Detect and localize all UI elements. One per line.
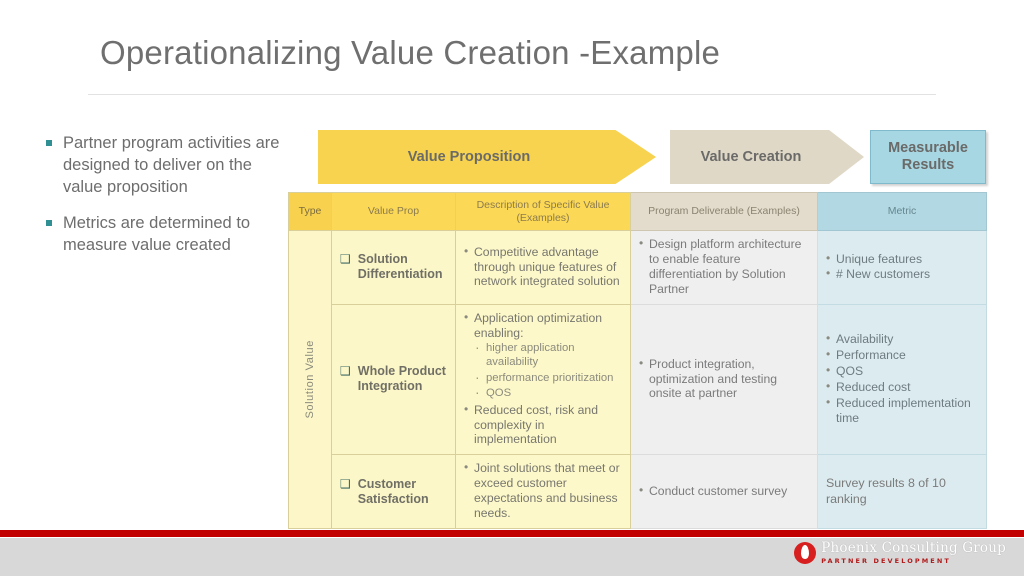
value-prop-text: Solution Differentiation <box>357 252 443 282</box>
banner-measurable-results: Measurable Results <box>870 130 986 184</box>
cell-deliverable: Conduct customer survey <box>630 454 818 529</box>
list-item: performance prioritization <box>464 369 622 386</box>
company-logo: Phoenix Consulting Group PARTNER DEVELOP… <box>794 540 1006 565</box>
cell-deliverable: Design platform architecture to enable f… <box>630 230 818 305</box>
bullet-text: Partner program activities are designed … <box>63 134 280 196</box>
banner-value-proposition: Value Proposition <box>318 130 656 184</box>
table-row: Solution Value ❑ Solution Differentiatio… <box>288 230 987 529</box>
column-header-description: Description of Specific Value (Examples) <box>455 191 631 232</box>
cell-metric: Availability Performance QOS Reduced cos… <box>817 303 987 456</box>
list-item: Reduced implementation time <box>826 395 978 426</box>
cell-description: Joint solutions that meet or exceed cust… <box>455 454 631 529</box>
column-header-type: Type <box>288 191 332 232</box>
checkbox-icon: ❑ <box>340 364 351 379</box>
process-banner: Value Proposition Value Creation Measura… <box>318 130 986 184</box>
table-row: ❑ Whole Product Integration Application … <box>289 303 987 456</box>
list-item: QOS <box>464 384 622 401</box>
value-prop-text: Customer Satisfaction <box>357 476 429 506</box>
list-item: Application optimization enabling: <box>464 310 622 341</box>
column-header-metric: Metric <box>817 191 987 232</box>
cell-deliverable: Product integration, optimization and te… <box>630 303 818 456</box>
list-item: Performance <box>826 347 978 363</box>
cell-description: Competitive advantage through unique fea… <box>455 230 631 305</box>
slide-canvas: Operationalizing Value Creation -Example… <box>0 0 1024 576</box>
column-header-deliverable: Program Deliverable (Examples) <box>630 191 818 232</box>
table-row: ❑ Customer Satisfaction Joint solutions … <box>289 454 987 529</box>
cell-value-prop: ❑ Customer Satisfaction <box>331 454 456 529</box>
bullet-square-icon <box>46 140 52 146</box>
list-item: # New customers <box>826 266 978 282</box>
logo-company-name: Phoenix Consulting Group <box>821 540 1006 556</box>
bullet-text: Metrics are determined to measure value … <box>63 213 251 254</box>
checkbox-icon: ❑ <box>340 252 351 267</box>
value-prop-text: Whole Product Integration <box>357 364 446 394</box>
title-divider <box>88 94 936 95</box>
metric-text: Survey results 8 of 10 ranking <box>826 476 946 506</box>
list-item: Metrics are determined to measure value … <box>46 213 286 257</box>
list-item: Partner program activities are designed … <box>46 133 286 199</box>
list-item: Reduced cost <box>826 379 978 395</box>
type-label-vertical: Solution Value <box>304 340 316 419</box>
key-points-list: Partner program activities are designed … <box>46 133 286 271</box>
list-item: Design platform architecture to enable f… <box>639 236 809 297</box>
list-item: Reduced cost, risk and complexity in imp… <box>464 402 622 448</box>
list-item: Conduct customer survey <box>639 483 809 499</box>
table-header-row: Type Value Prop Description of Specific … <box>288 191 987 232</box>
page-title: Operationalizing Value Creation -Example <box>100 34 721 71</box>
sub-bullet-list: higher application availability performa… <box>464 339 622 401</box>
cell-description: Application optimization enabling: highe… <box>455 303 631 456</box>
footer-red-bar <box>0 530 1024 537</box>
list-item: Unique features <box>826 251 978 267</box>
list-item: Competitive advantage through unique fea… <box>464 244 622 290</box>
banner-value-creation: Value Creation <box>670 130 864 184</box>
bullet-square-icon <box>46 219 52 226</box>
cell-metric: Survey results 8 of 10 ranking <box>817 454 987 529</box>
list-item: higher application availability <box>464 339 622 369</box>
logo-tagline: PARTNER DEVELOPMENT <box>821 556 951 565</box>
cell-value-prop: ❑ Whole Product Integration <box>331 303 456 456</box>
value-creation-table: Type Value Prop Description of Specific … <box>288 191 987 529</box>
row-group-type-cell: Solution Value <box>288 230 332 529</box>
list-item: QOS <box>826 363 978 379</box>
checkbox-icon: ❑ <box>340 476 351 491</box>
cell-value-prop: ❑ Solution Differentiation <box>331 230 456 305</box>
phoenix-flame-icon <box>794 542 817 564</box>
list-item: Joint solutions that meet or exceed cust… <box>464 460 622 521</box>
cell-metric: Unique features # New customers <box>817 230 987 305</box>
list-item: Product integration, optimization and te… <box>639 356 809 402</box>
column-header-value-prop: Value Prop <box>331 191 456 232</box>
list-item: Availability <box>826 331 978 347</box>
